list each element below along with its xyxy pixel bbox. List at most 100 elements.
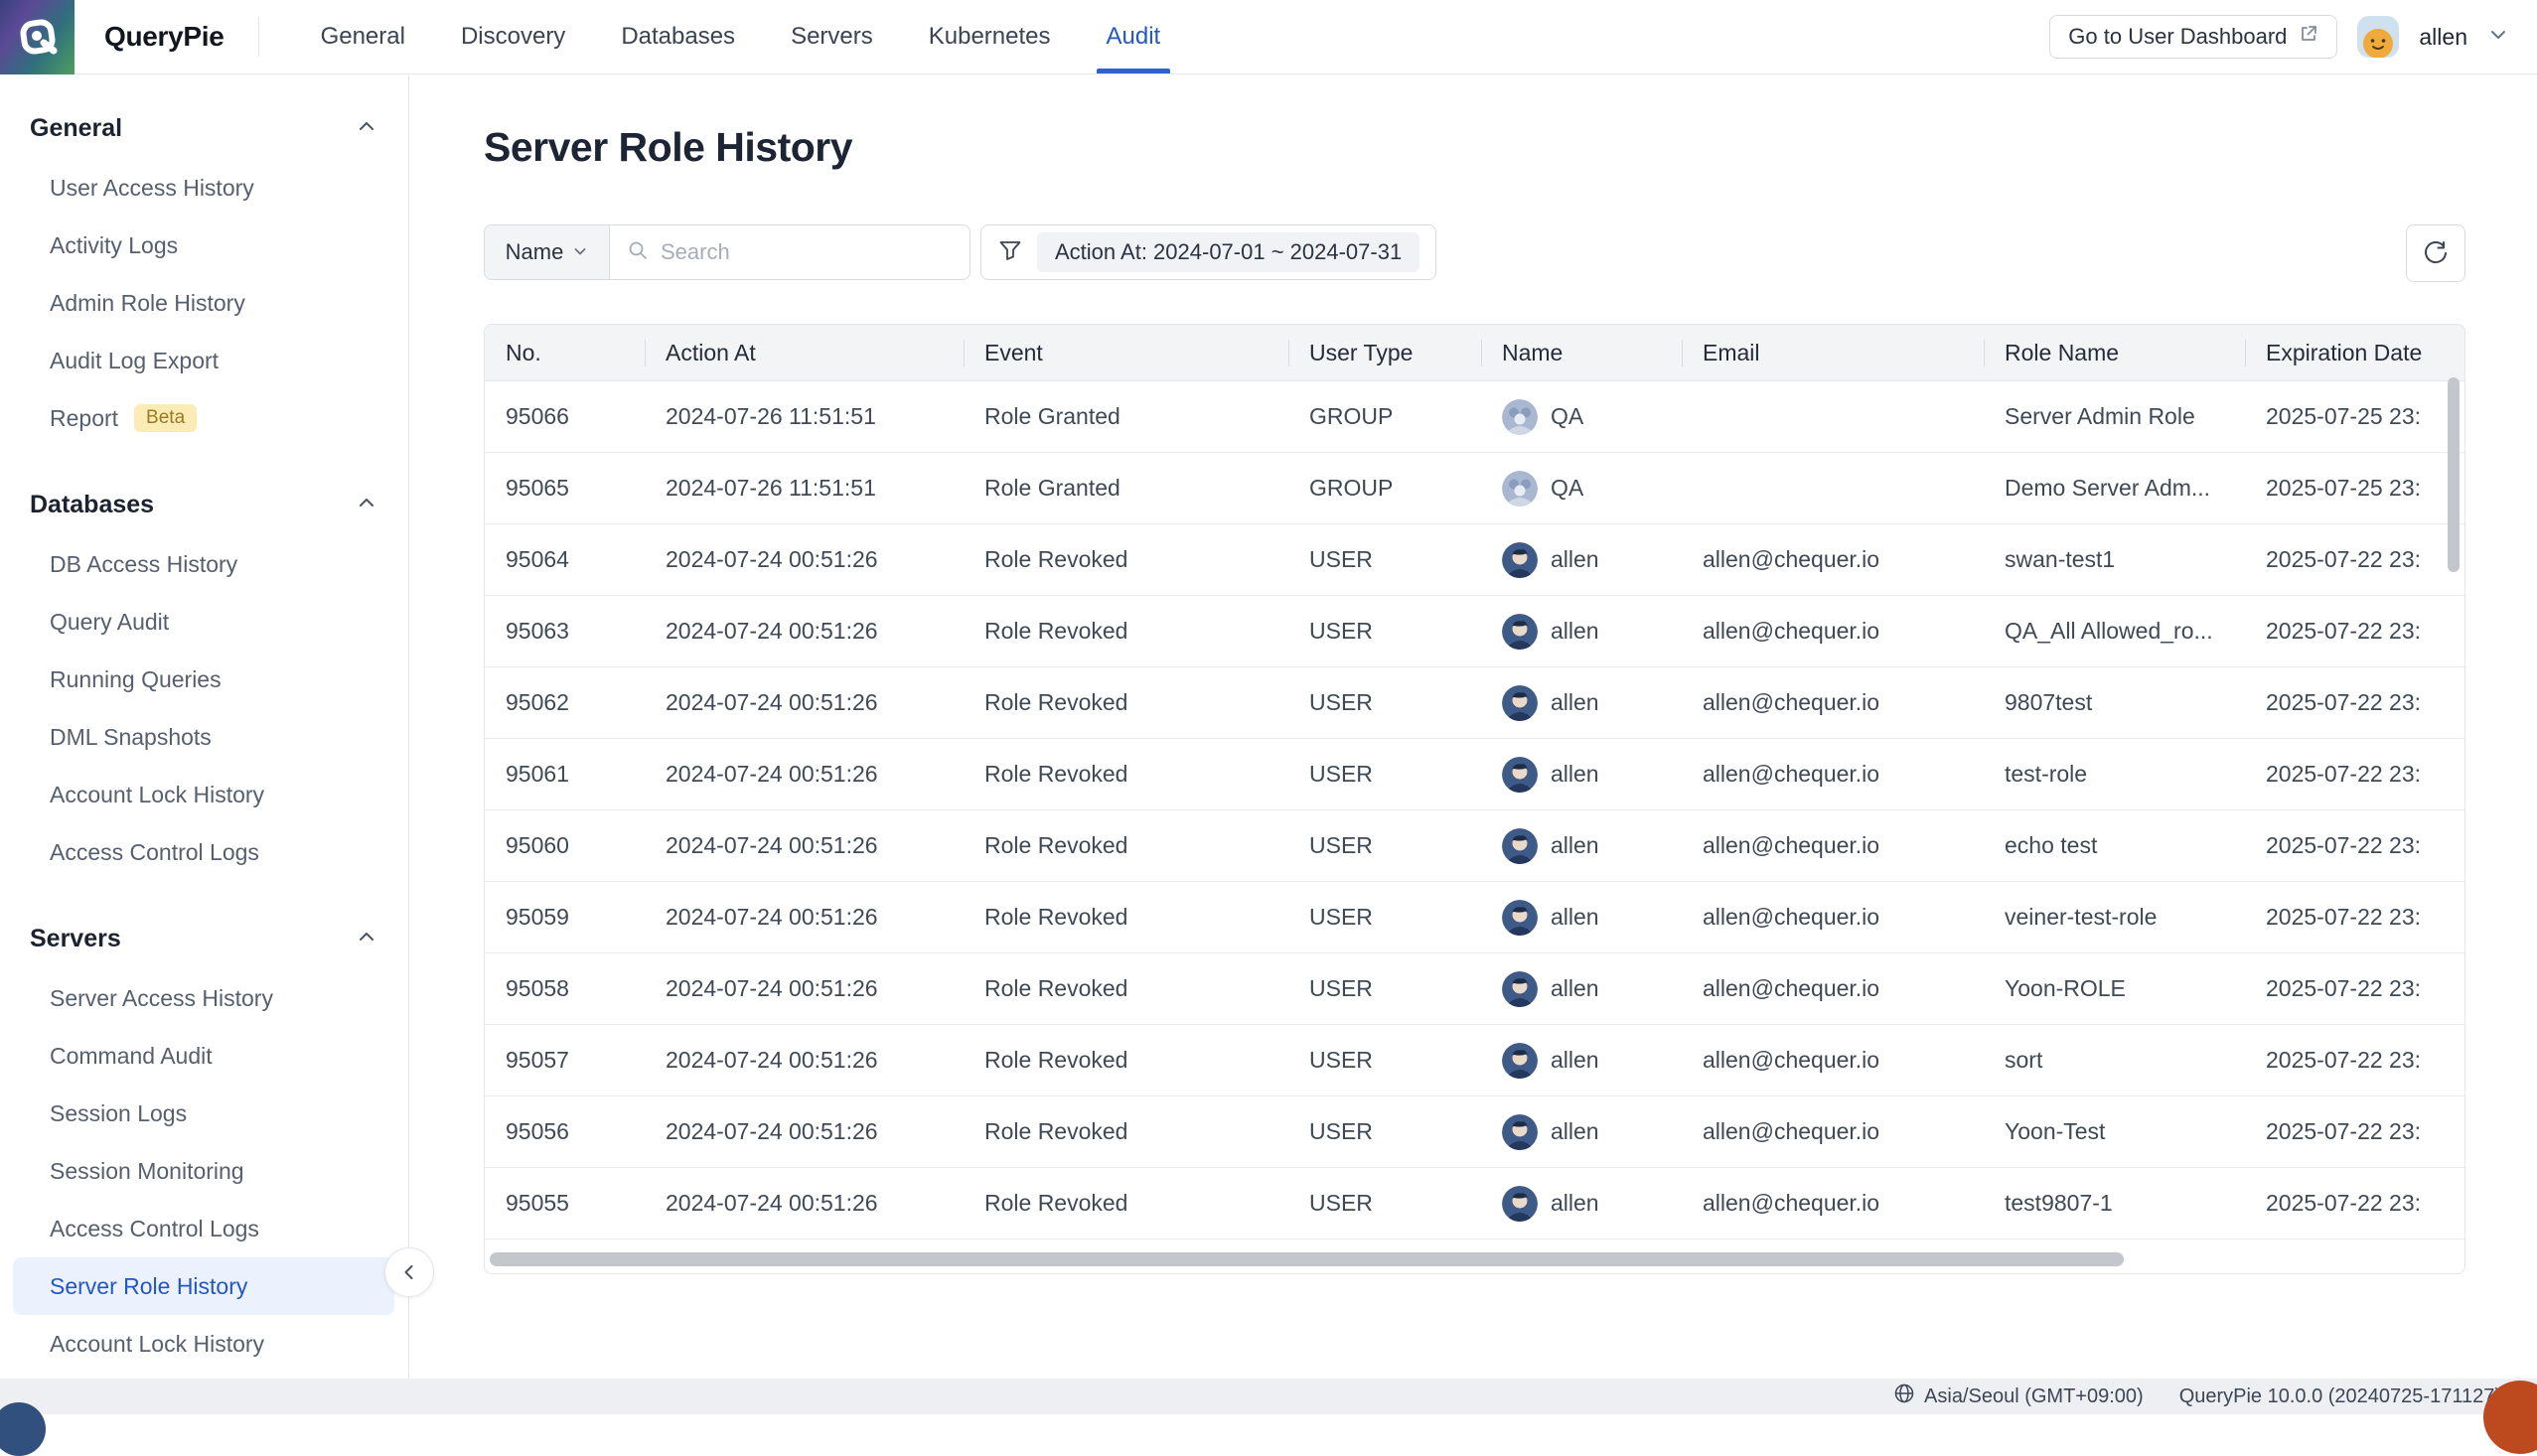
- main-content: Server Role History Name: [409, 74, 2537, 1379]
- cell-event: Role Revoked: [964, 618, 1288, 645]
- table-row[interactable]: 950572024-07-24 00:51:26Role RevokedUSER…: [485, 1025, 2464, 1096]
- cell-role-name: 9807test: [1984, 689, 2245, 716]
- date-range-filter[interactable]: Action At: 2024-07-01 ~ 2024-07-31: [980, 224, 1436, 280]
- sidebar-item-report[interactable]: ReportBeta: [0, 389, 408, 447]
- timezone-indicator: Asia/Seoul (GMT+09:00): [1893, 1383, 2144, 1410]
- cell-no: 95059: [485, 904, 645, 931]
- sidebar-collapse-button[interactable]: [384, 1247, 434, 1297]
- table-row[interactable]: 950662024-07-26 11:51:51Role GrantedGROU…: [485, 381, 2464, 453]
- cell-expiration-date: 2025-07-22 23:: [2245, 546, 2465, 573]
- name-cell: allen: [1481, 1186, 1682, 1222]
- table-body: 950662024-07-26 11:51:51Role GrantedGROU…: [485, 381, 2464, 1239]
- sidebar-item-access-control-logs[interactable]: Access Control Logs: [0, 823, 408, 881]
- chevron-down-icon[interactable]: [2487, 24, 2509, 51]
- cell-email: allen@chequer.io: [1682, 1190, 1984, 1217]
- sidebar-section-databases[interactable]: Databases: [0, 491, 408, 519]
- horizontal-scrollbar[interactable]: [490, 1252, 2124, 1266]
- cell-user-type: USER: [1288, 1118, 1481, 1145]
- table-row[interactable]: 950562024-07-24 00:51:26Role RevokedUSER…: [485, 1096, 2464, 1168]
- tab-databases[interactable]: Databases: [593, 0, 763, 73]
- tab-kubernetes[interactable]: Kubernetes: [901, 0, 1079, 73]
- cell-event: Role Revoked: [964, 975, 1288, 1002]
- querypie-logo-icon[interactable]: [0, 0, 75, 74]
- table-row[interactable]: 950582024-07-24 00:51:26Role RevokedUSER…: [485, 953, 2464, 1025]
- cell-action-at: 2024-07-24 00:51:26: [645, 761, 964, 788]
- tab-discovery[interactable]: Discovery: [433, 0, 593, 73]
- cell-expiration-date: 2025-07-22 23:: [2245, 761, 2465, 788]
- sidebar-item-running-queries[interactable]: Running Queries: [0, 651, 408, 708]
- go-to-user-dashboard-button[interactable]: Go to User Dashboard: [2049, 15, 2337, 59]
- cell-action-at: 2024-07-26 11:51:51: [645, 475, 964, 502]
- sidebar-item-db-access-history[interactable]: DB Access History: [0, 535, 408, 593]
- cell-role-name: swan-test1: [1984, 546, 2245, 573]
- user-avatar-icon: [1502, 614, 1538, 650]
- user-avatar-icon: [1502, 1043, 1538, 1079]
- chevron-up-icon: [357, 491, 376, 519]
- table-row[interactable]: 950552024-07-24 00:51:26Role RevokedUSER…: [485, 1168, 2464, 1239]
- column-header-event: Event: [964, 325, 1288, 380]
- user-name[interactable]: allen: [2419, 24, 2467, 51]
- table-row[interactable]: 950652024-07-26 11:51:51Role GrantedGROU…: [485, 453, 2464, 524]
- cell-expiration-date: 2025-07-22 23:: [2245, 975, 2465, 1002]
- name-cell: allen: [1481, 685, 1682, 721]
- sidebar-item-activity-logs[interactable]: Activity Logs: [0, 217, 408, 274]
- cell-expiration-date: 2025-07-22 23:: [2245, 832, 2465, 859]
- user-avatar-icon: [1502, 1114, 1538, 1150]
- sidebar-item-access-control-logs[interactable]: Access Control Logs: [0, 1200, 408, 1257]
- cell-action-at: 2024-07-24 00:51:26: [645, 975, 964, 1002]
- table-row[interactable]: 950632024-07-24 00:51:26Role RevokedUSER…: [485, 596, 2464, 667]
- vertical-scrollbar[interactable]: [2448, 377, 2460, 572]
- cell-role-name: test-role: [1984, 761, 2245, 788]
- chevron-up-icon: [357, 925, 376, 953]
- cell-email: allen@chequer.io: [1682, 1118, 1984, 1145]
- name-cell: QA: [1481, 471, 1682, 507]
- cell-user-type: GROUP: [1288, 403, 1481, 430]
- user-avatar-icon: [1502, 1186, 1538, 1222]
- cell-no: 95065: [485, 475, 645, 502]
- page-title: Server Role History: [484, 124, 2465, 171]
- tab-general[interactable]: General: [293, 0, 433, 73]
- cell-email: allen@chequer.io: [1682, 761, 1984, 788]
- group-avatar-icon: [1502, 471, 1538, 507]
- version-info: QueryPie 10.0.0 (20240725-171127): [2179, 1385, 2501, 1408]
- table-header: No.Action AtEventUser TypeNameEmailRole …: [485, 325, 2464, 381]
- refresh-button[interactable]: [2406, 224, 2465, 282]
- tab-servers[interactable]: Servers: [763, 0, 901, 73]
- sidebar-item-dml-snapshots[interactable]: DML Snapshots: [0, 708, 408, 766]
- sidebar-item-command-audit[interactable]: Command Audit: [0, 1027, 408, 1085]
- cell-email: allen@chequer.io: [1682, 832, 1984, 859]
- sidebar-item-session-logs[interactable]: Session Logs: [0, 1085, 408, 1142]
- corner-widget-left[interactable]: [0, 1402, 46, 1456]
- cell-action-at: 2024-07-24 00:51:26: [645, 1047, 964, 1074]
- sidebar-item-server-role-history[interactable]: Server Role History: [13, 1257, 394, 1315]
- table-row[interactable]: 950612024-07-24 00:51:26Role RevokedUSER…: [485, 739, 2464, 810]
- sidebar-item-server-access-history[interactable]: Server Access History: [0, 969, 408, 1027]
- sidebar-item-account-lock-history[interactable]: Account Lock History: [0, 766, 408, 823]
- cell-role-name: Demo Server Adm...: [1984, 475, 2245, 502]
- tab-audit[interactable]: Audit: [1079, 0, 1189, 73]
- sidebar-section-general[interactable]: General: [0, 114, 408, 143]
- search-input[interactable]: [661, 239, 954, 265]
- cell-user-type: USER: [1288, 618, 1481, 645]
- table-row[interactable]: 950642024-07-24 00:51:26Role RevokedUSER…: [485, 524, 2464, 596]
- sidebar-item-query-audit[interactable]: Query Audit: [0, 593, 408, 651]
- table-row[interactable]: 950592024-07-24 00:51:26Role RevokedUSER…: [485, 882, 2464, 953]
- sidebar-item-session-monitoring[interactable]: Session Monitoring: [0, 1142, 408, 1200]
- cell-action-at: 2024-07-24 00:51:26: [645, 1190, 964, 1217]
- table-row[interactable]: 950602024-07-24 00:51:26Role RevokedUSER…: [485, 810, 2464, 882]
- sidebar-item-audit-log-export[interactable]: Audit Log Export: [0, 332, 408, 389]
- server-role-history-table: No.Action AtEventUser TypeNameEmailRole …: [484, 324, 2465, 1274]
- filter-funnel-icon: [997, 237, 1023, 268]
- sidebar-item-user-access-history[interactable]: User Access History: [0, 159, 408, 217]
- cell-user-type: GROUP: [1288, 475, 1481, 502]
- column-header-expiration-date: Expiration Date: [2245, 325, 2465, 380]
- sidebar-item-admin-role-history[interactable]: Admin Role History: [0, 274, 408, 332]
- search-field-select[interactable]: Name: [485, 225, 610, 279]
- sidebar-item-account-lock-history[interactable]: Account Lock History: [0, 1315, 408, 1373]
- user-avatar[interactable]: [2357, 16, 2399, 58]
- cell-no: 95064: [485, 546, 645, 573]
- sidebar-section-servers[interactable]: Servers: [0, 925, 408, 953]
- table-row[interactable]: 950622024-07-24 00:51:26Role RevokedUSER…: [485, 667, 2464, 739]
- cell-event: Role Revoked: [964, 1190, 1288, 1217]
- cell-no: 95061: [485, 761, 645, 788]
